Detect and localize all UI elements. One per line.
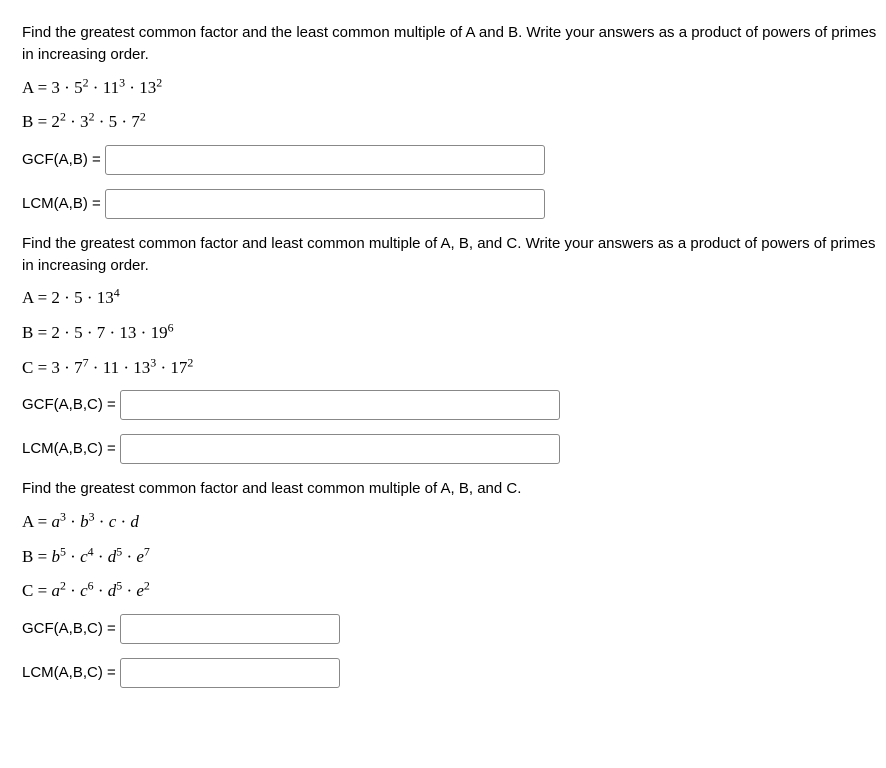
q3-a-dot3: · — [116, 512, 130, 531]
q3-line-c: C = a2 · c6 · d5 · e2 — [22, 579, 880, 604]
q3-a-a: a — [51, 512, 60, 531]
q2-gcf-label: GCF(A,B,C) = — [22, 394, 116, 416]
q1-a-mid2: · 13 — [125, 78, 156, 97]
q3-c-e: e — [136, 581, 144, 600]
q1-b-mid2: · 5 · 7 — [95, 112, 140, 131]
q3-c-c: c — [80, 581, 88, 600]
q2-lcm-label: LCM(A,B,C) = — [22, 438, 116, 460]
q3-a-d: d — [130, 512, 139, 531]
q2-lcm-row: LCM(A,B,C) = — [22, 434, 880, 464]
q2-c-mid2: · 17 — [156, 358, 187, 377]
q1-gcf-label: GCF(A,B) = — [22, 149, 101, 171]
q3-line-b: B = b5 · c4 · d5 · e7 — [22, 545, 880, 570]
q1-b-mid1: · 3 — [66, 112, 89, 131]
q3-b-d: d — [108, 547, 117, 566]
q1-a-exp3: 2 — [156, 75, 162, 89]
q3-c-dot1: · — [66, 581, 80, 600]
q3-lcm-input[interactable] — [120, 658, 340, 688]
q3-a-dot2: · — [95, 512, 109, 531]
q2-b-text: B = 2 · 5 · 7 · 13 · 19 — [22, 323, 168, 342]
q3-gcf-label: GCF(A,B,C) = — [22, 618, 116, 640]
q1-gcf-row: GCF(A,B) = — [22, 145, 880, 175]
q3-c-d: d — [108, 581, 117, 600]
q3-gcf-row: GCF(A,B,C) = — [22, 614, 880, 644]
q3-b-dot2: · — [94, 547, 108, 566]
q2-c-exp3: 2 — [187, 355, 193, 369]
q3-prompt: Find the greatest common factor and leas… — [22, 478, 880, 500]
q1-line-a: A = 3 · 52 · 113 · 132 — [22, 76, 880, 101]
q3-c-lhs: C = — [22, 581, 51, 600]
q3-b-b: b — [51, 547, 60, 566]
q2-a-exp1: 4 — [114, 286, 120, 300]
q3-lcm-row: LCM(A,B,C) = — [22, 658, 880, 688]
q1-lcm-label: LCM(A,B) = — [22, 193, 101, 215]
q2-b-exp1: 6 — [168, 320, 174, 334]
q1-lcm-row: LCM(A,B) = — [22, 189, 880, 219]
q2-line-a: A = 2 · 5 · 134 — [22, 286, 880, 311]
q2-line-b: B = 2 · 5 · 7 · 13 · 196 — [22, 321, 880, 346]
q1-b-exp3: 2 — [140, 109, 146, 123]
q3-gcf-input[interactable] — [120, 614, 340, 644]
q2-gcf-row: GCF(A,B,C) = — [22, 390, 880, 420]
q3-a-dot1: · — [66, 512, 80, 531]
q2-prompt: Find the greatest common factor and leas… — [22, 233, 880, 277]
q3-b-dot1: · — [66, 547, 80, 566]
q3-b-e-exp: 7 — [144, 544, 150, 558]
q3-a-b: b — [80, 512, 89, 531]
q1-a-mid1: · 11 — [89, 78, 120, 97]
q2-a-text: A = 2 · 5 · 13 — [22, 288, 114, 307]
q2-gcf-input[interactable] — [120, 390, 560, 420]
q3-lcm-label: LCM(A,B,C) = — [22, 662, 116, 684]
q2-lcm-input[interactable] — [120, 434, 560, 464]
q2-c-text: C = 3 · 7 — [22, 358, 83, 377]
q3-b-dot3: · — [122, 547, 136, 566]
q3-a-lhs: A = — [22, 512, 51, 531]
q2-line-c: C = 3 · 77 · 11 · 133 · 172 — [22, 356, 880, 381]
q3-c-e-exp: 2 — [144, 579, 150, 593]
q3-c-a: a — [51, 581, 60, 600]
q1-lcm-input[interactable] — [105, 189, 545, 219]
q1-gcf-input[interactable] — [105, 145, 545, 175]
q3-b-c: c — [80, 547, 88, 566]
q3-c-dot3: · — [122, 581, 136, 600]
q1-a-text: A = 3 · 5 — [22, 78, 83, 97]
q1-prompt: Find the greatest common factor and the … — [22, 22, 880, 66]
q3-c-dot2: · — [94, 581, 108, 600]
q2-c-mid1: · 11 · 13 — [89, 358, 151, 377]
q1-b-text: B = 2 — [22, 112, 60, 131]
q3-b-e: e — [136, 547, 144, 566]
q3-line-a: A = a3 · b3 · c · d — [22, 510, 880, 535]
q3-b-lhs: B = — [22, 547, 51, 566]
q1-line-b: B = 22 · 32 · 5 · 72 — [22, 110, 880, 135]
